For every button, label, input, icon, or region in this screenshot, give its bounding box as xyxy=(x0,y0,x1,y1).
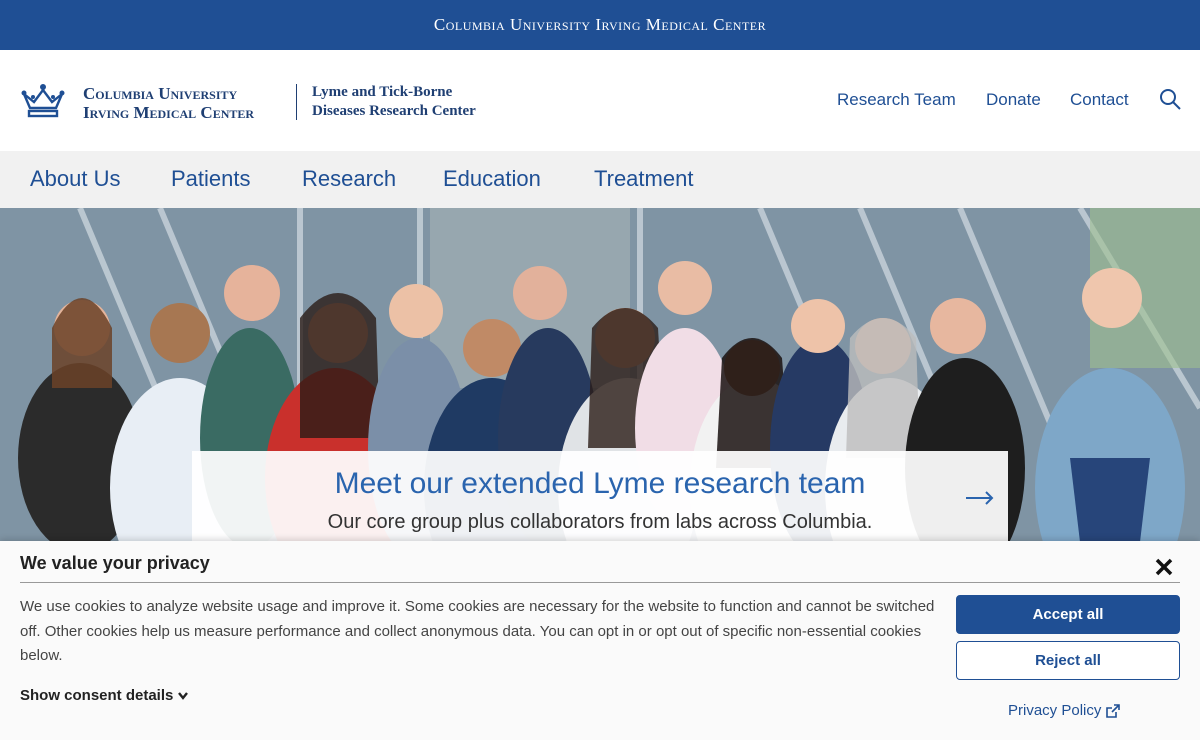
center-line-1: Lyme and Tick-Borne xyxy=(312,84,453,100)
hero-subtitle: Our core group plus collaborators from l… xyxy=(327,511,873,533)
banner-title[interactable]: Columbia University Irving Medical Cente… xyxy=(434,15,766,35)
chevron-down-icon xyxy=(178,692,189,700)
accept-all-button[interactable]: Accept all xyxy=(956,595,1180,634)
cookie-body-text: We use cookies to analyze website usage … xyxy=(20,598,935,664)
brand-line-2: Irving Medical Center xyxy=(83,103,255,122)
search-icon[interactable] xyxy=(1158,87,1182,111)
external-link-icon xyxy=(1106,703,1121,718)
reject-all-button[interactable]: Reject all xyxy=(956,641,1180,680)
nav-item-research[interactable]: Research xyxy=(302,166,396,192)
brand-line-1: Columbia University xyxy=(83,84,238,103)
crown-logo-icon[interactable] xyxy=(20,82,66,118)
arrow-right-icon[interactable] xyxy=(966,491,994,505)
nav-item-treatment[interactable]: Treatment xyxy=(594,166,693,192)
logo-divider xyxy=(296,84,297,120)
cookie-consent-banner: We value your privacy We use cookies to … xyxy=(0,541,1200,740)
university-logo-text[interactable]: Columbia University Irving Medical Cente… xyxy=(83,84,254,122)
contact-link[interactable]: Contact xyxy=(1070,90,1129,110)
hero-caption-card[interactable]: Meet our extended Lyme research team Our… xyxy=(192,451,1008,551)
site-header: Columbia University Irving Medical Cente… xyxy=(0,50,1200,151)
hero-title[interactable]: Meet our extended Lyme research team xyxy=(192,467,1008,501)
global-banner: Columbia University Irving Medical Cente… xyxy=(0,0,1200,50)
center-line-2: Diseases Research Center xyxy=(312,103,476,119)
center-logo-text[interactable]: Lyme and Tick-Borne Diseases Research Ce… xyxy=(312,83,476,121)
research-team-link[interactable]: Research Team xyxy=(837,90,956,110)
consent-details-label: Show consent details xyxy=(20,687,174,704)
nav-item-patients[interactable]: Patients xyxy=(171,166,251,192)
privacy-policy-label: Privacy Policy xyxy=(1008,702,1102,719)
nav-item-education[interactable]: Education xyxy=(443,166,541,192)
privacy-policy-link[interactable]: Privacy Policy xyxy=(1008,702,1121,719)
cookie-divider xyxy=(20,582,1180,583)
donate-link[interactable]: Donate xyxy=(986,90,1041,110)
cookie-title: We value your privacy xyxy=(20,553,210,573)
main-nav: About Us Patients Research Education Tre… xyxy=(0,151,1200,208)
nav-item-about-us[interactable]: About Us xyxy=(30,166,121,192)
close-icon[interactable] xyxy=(1154,557,1174,577)
show-consent-details-toggle[interactable]: Show consent details xyxy=(20,687,189,704)
